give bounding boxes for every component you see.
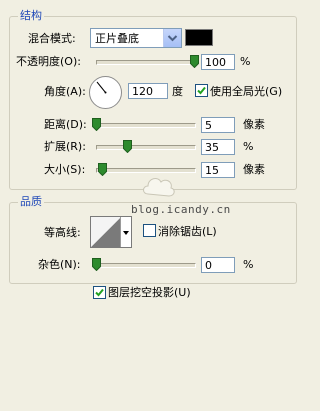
size-input[interactable]: 15 bbox=[201, 162, 235, 178]
blend-mode-label: 混合模式: bbox=[28, 32, 76, 45]
contour-picker[interactable] bbox=[90, 216, 132, 248]
angle-input[interactable]: 120 bbox=[128, 83, 168, 99]
checkmark-icon bbox=[197, 86, 206, 95]
size-slider-thumb[interactable] bbox=[98, 163, 107, 177]
distance-label: 距离(D): bbox=[44, 118, 87, 131]
structure-legend: 结构 bbox=[18, 9, 44, 22]
cloud-watermark-icon bbox=[143, 178, 175, 197]
noise-input[interactable]: 0 bbox=[201, 257, 235, 273]
spread-slider[interactable] bbox=[96, 145, 196, 150]
angle-label: 角度(A): bbox=[44, 85, 86, 98]
chevron-down-icon[interactable] bbox=[163, 29, 181, 47]
checkmark-icon bbox=[95, 288, 104, 297]
quality-legend: 品质 bbox=[18, 195, 44, 208]
spread-unit: % bbox=[243, 140, 254, 153]
spread-input[interactable]: 35 bbox=[201, 139, 235, 155]
global-light-checkbox[interactable] bbox=[195, 84, 208, 97]
knockout-label[interactable]: 图层挖空投影(U) bbox=[108, 286, 191, 300]
shadow-color-swatch[interactable] bbox=[185, 29, 213, 46]
size-unit: 像素 bbox=[243, 163, 265, 176]
noise-slider[interactable] bbox=[96, 263, 196, 268]
opacity-unit: % bbox=[240, 55, 251, 68]
blend-mode-value: 正片叠底 bbox=[95, 32, 139, 45]
spread-label: 扩展(R): bbox=[44, 140, 86, 153]
knockout-checkbox[interactable] bbox=[93, 286, 106, 299]
size-label: 大小(S): bbox=[44, 163, 86, 176]
spread-slider-thumb[interactable] bbox=[123, 140, 132, 154]
noise-label: 杂色(N): bbox=[38, 258, 81, 271]
contour-preview-icon bbox=[91, 217, 121, 247]
distance-slider[interactable] bbox=[96, 123, 196, 128]
distance-input[interactable]: 5 bbox=[201, 117, 235, 133]
blend-mode-select[interactable]: 正片叠底 bbox=[90, 28, 182, 48]
opacity-label: 不透明度(O): bbox=[16, 55, 81, 68]
contour-dropdown-icon[interactable] bbox=[120, 217, 131, 247]
noise-slider-thumb[interactable] bbox=[92, 258, 101, 272]
opacity-input[interactable]: 100 bbox=[201, 54, 235, 70]
angle-unit: 度 bbox=[172, 85, 183, 98]
contour-label: 等高线: bbox=[44, 226, 81, 239]
opacity-slider[interactable] bbox=[96, 60, 196, 65]
angle-dial-needle-icon bbox=[96, 81, 107, 94]
opacity-slider-thumb[interactable] bbox=[190, 55, 199, 69]
anti-alias-label[interactable]: 消除锯齿(L) bbox=[158, 225, 217, 239]
watermark-text: blog.icandy.cn bbox=[131, 203, 231, 216]
distance-unit: 像素 bbox=[243, 118, 265, 131]
anti-alias-checkbox[interactable] bbox=[143, 224, 156, 237]
angle-dial[interactable] bbox=[89, 76, 122, 109]
distance-slider-thumb[interactable] bbox=[92, 118, 101, 132]
global-light-label[interactable]: 使用全局光(G) bbox=[210, 85, 282, 99]
noise-unit: % bbox=[243, 258, 254, 271]
